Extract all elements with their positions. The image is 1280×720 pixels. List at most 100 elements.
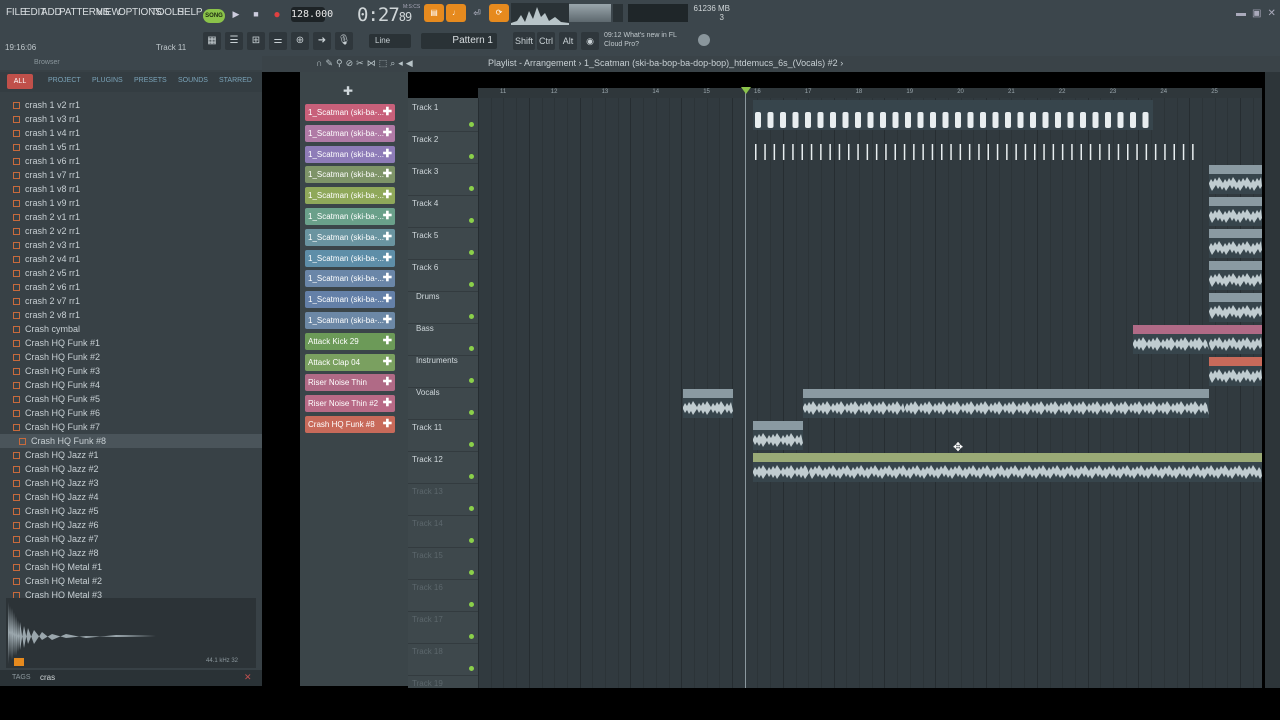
browser-item[interactable]: crash 1 v5 rr1 — [0, 140, 262, 154]
browser-item[interactable]: crash 2 v4 rr1 — [0, 252, 262, 266]
clip-vocals-2[interactable]: 1_Scatman (sk..instruments #2 — [803, 389, 905, 418]
track-mute-led[interactable] — [469, 154, 474, 159]
clip-track5[interactable]: 1_Sca..l)_bass — [1209, 229, 1262, 258]
tags-label[interactable]: TAGS — [12, 674, 31, 681]
clip-track6[interactable]: 1_Sca..uments — [1209, 261, 1262, 290]
track-mute-led[interactable] — [469, 186, 474, 191]
preview-play-icon[interactable] — [14, 658, 24, 666]
channel-item[interactable]: 1_Scatman (ski-ba-... ✚ — [305, 145, 395, 163]
song-mode-toggle[interactable]: SONG — [203, 9, 225, 23]
track-header[interactable]: Track 18 — [408, 644, 478, 676]
channel-item[interactable]: Crash HQ Funk #8 ✚ — [305, 416, 395, 433]
master-volume-slider[interactable] — [569, 4, 611, 22]
timeline-ruler[interactable] — [478, 88, 1262, 98]
browser-item[interactable]: crash 2 v1 rr1 — [0, 210, 262, 224]
track-mute-led[interactable] — [469, 634, 474, 639]
track-header[interactable]: Track 12 — [408, 452, 478, 484]
track-header[interactable]: Track 5 — [408, 228, 478, 260]
track-header[interactable]: Track 3 — [408, 164, 478, 196]
browser-search-input[interactable]: cras — [40, 673, 55, 682]
track-mute-led[interactable] — [469, 666, 474, 671]
channel-add-icon[interactable]: ✚ — [383, 270, 392, 287]
track-header[interactable]: Track 16 — [408, 580, 478, 612]
browser-item[interactable]: Crash HQ Funk #4 — [0, 378, 262, 392]
clip-track12-a[interactable]: 1_Scat..cals) #2 — [753, 453, 809, 482]
snap-select[interactable]: Line — [369, 34, 411, 48]
channel-item[interactable]: 1_Scatman (ski-ba-... ✚ — [305, 208, 395, 225]
add-clip-icon[interactable]: ✚ — [343, 84, 353, 98]
tempo-display[interactable]: 128.000 — [291, 7, 333, 22]
channel-item[interactable]: Riser Noise Thin #2 ✚ — [305, 395, 395, 413]
track-header[interactable]: Track 11 — [408, 420, 478, 452]
channel-item[interactable]: 1_Scatman (ski-ba-... ✚ — [305, 249, 395, 267]
track-header[interactable]: Track 4 — [408, 196, 478, 228]
channel-add-icon[interactable]: ✚ — [383, 125, 392, 142]
channel-item[interactable]: 1_Scatman (ski-ba-... ✚ — [305, 291, 395, 309]
playhead-line[interactable] — [745, 88, 746, 688]
news-panel[interactable]: 09:12 What's new in FL Cloud Pro? — [604, 31, 677, 49]
plugin-picker-icon[interactable]: ⊕ — [291, 32, 309, 50]
tab-sounds[interactable]: SOUNDS — [178, 77, 208, 84]
track-header[interactable]: Track 1 — [408, 100, 478, 132]
stop-icon[interactable]: ■ — [249, 7, 263, 21]
mute-icon[interactable]: ⊘ — [346, 58, 357, 68]
track-header[interactable]: Track 15 — [408, 548, 478, 580]
clip-track11[interactable]: 1_Sca..nts #2 — [753, 421, 803, 450]
browser-item[interactable]: crash 1 v8 rr1 — [0, 182, 262, 196]
channel-item[interactable]: Attack Kick 29 ✚ — [305, 332, 395, 350]
browser-item[interactable]: Crash HQ Jazz #1 — [0, 448, 262, 462]
track-header[interactable]: Drums — [408, 292, 478, 324]
track-mute-led[interactable] — [469, 218, 474, 223]
track-mute-led[interactable] — [469, 378, 474, 383]
clip-track12-b[interactable]: 1_Scatman (ski-ba-bop-ba-dop-bop)_htdemu… — [809, 453, 1262, 482]
loop-record-icon[interactable]: ⟳ — [489, 4, 509, 22]
track-mute-led[interactable] — [469, 282, 474, 287]
playback-icon[interactable]: ◂ — [398, 58, 406, 68]
channel-add-icon[interactable]: ✚ — [383, 354, 392, 371]
channel-item[interactable]: 1_Scatman (ski-ba-... ✚ — [305, 124, 395, 142]
browser-item[interactable]: Crash HQ Jazz #2 — [0, 462, 262, 476]
track-header[interactable]: Bass — [408, 324, 478, 356]
browser-item[interactable]: Crash HQ Funk #3 — [0, 364, 262, 378]
clip-riser-2[interactable]: Riser N..hin #2 — [1209, 325, 1262, 354]
pattern-selector[interactable]: Pattern 1 — [421, 33, 497, 49]
tab-presets[interactable]: PRESETS — [134, 77, 167, 84]
track-mute-led[interactable] — [469, 346, 474, 351]
clip-drums[interactable]: 1_Sca..(Piano) — [1209, 293, 1262, 322]
alt-key-button[interactable]: Alt — [559, 32, 577, 50]
track-mute-led[interactable] — [469, 442, 474, 447]
metronome-icon[interactable]: ♩ — [446, 4, 466, 22]
news-icon[interactable]: ◉ — [581, 32, 599, 50]
track-header[interactable]: Vocals — [408, 388, 478, 420]
track-mute-led[interactable] — [469, 250, 474, 255]
clip-track2-pattern[interactable] — [753, 132, 1203, 162]
clip-track1-pattern[interactable] — [753, 100, 1153, 130]
channel-add-icon[interactable]: ✚ — [383, 374, 392, 391]
browser-item[interactable]: Crash HQ Funk #1 — [0, 336, 262, 350]
track-mute-led[interactable] — [469, 538, 474, 543]
channel-item[interactable]: 1_Scatman (ski-ba-... ✚ — [305, 270, 395, 288]
minimize-icon[interactable]: ▬ — [1236, 8, 1252, 19]
channel-add-icon[interactable]: ✚ — [383, 333, 392, 350]
tab-plugins[interactable]: PLUGINS — [92, 77, 123, 84]
channel-item[interactable]: 1_Scatman (ski-ba-... ✚ — [305, 104, 395, 121]
browser-item[interactable]: crash 1 v2 rr1 — [0, 98, 262, 112]
mixer-icon[interactable]: ⚌ — [269, 32, 287, 50]
browser-item[interactable]: Crash HQ Funk #8 — [0, 434, 262, 448]
track-header[interactable]: Track 17 — [408, 612, 478, 644]
track-mute-led[interactable] — [469, 410, 474, 415]
browser-item[interactable]: Crash HQ Jazz #3 — [0, 476, 262, 490]
channel-item[interactable]: 1_Scatman (ski-ba-... ✚ — [305, 166, 395, 184]
clip-vocals-1[interactable]: 1_Sca..nts #2 — [683, 389, 733, 418]
browser-item[interactable]: crash 1 v3 rr1 — [0, 112, 262, 126]
channel-add-icon[interactable]: ✚ — [383, 291, 392, 308]
browser-item[interactable]: Crash cymbal — [0, 322, 262, 336]
browser-item[interactable]: Crash HQ Metal #1 — [0, 560, 262, 574]
clip-vocals-3[interactable]: 1_Scatman (ski-ba-bop-ba-dop-bop)_UVR-MD… — [905, 389, 1209, 418]
browser-item[interactable]: Crash HQ Funk #2 — [0, 350, 262, 364]
microphone-icon[interactable]: 🎙 — [335, 32, 353, 50]
clip-crash[interactable]: Crash..unk #8 — [1209, 357, 1262, 386]
track-header[interactable]: Track 2 — [408, 132, 478, 164]
channel-add-icon[interactable]: ✚ — [383, 146, 392, 163]
browser-item[interactable]: Crash HQ Funk #5 — [0, 392, 262, 406]
